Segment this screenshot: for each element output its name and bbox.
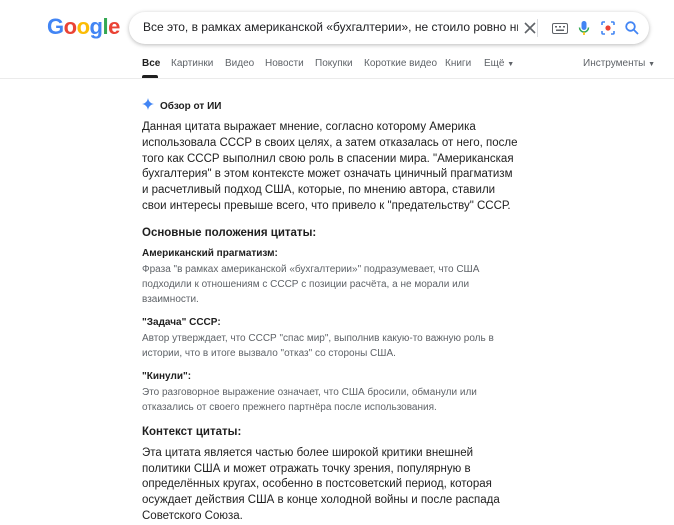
- context-paragraph: Эта цитата является частью более широкой…: [142, 446, 500, 522]
- logo-letter-g: G: [47, 14, 64, 39]
- tab-more[interactable]: Ещё ▼: [484, 58, 514, 69]
- point-title: "Задача" СССР:: [142, 316, 221, 328]
- chevron-down-icon: ▼: [507, 61, 515, 68]
- point-title: Американский прагматизм:: [142, 247, 278, 259]
- search-box[interactable]: Все это, в рамках американской «бухгалте…: [129, 12, 649, 44]
- search-input[interactable]: Все это, в рамках американской «бухгалте…: [143, 20, 518, 34]
- tab-news[interactable]: Новости: [265, 58, 304, 69]
- logo-letter-e: e: [108, 14, 120, 39]
- google-logo[interactable]: Google: [47, 14, 120, 40]
- tab-shopping[interactable]: Покупки: [315, 58, 353, 69]
- tab-more-label: Ещё: [484, 58, 505, 69]
- ai-overview-intro: Данная цитата выражает мнение, согласно …: [142, 121, 518, 212]
- ai-overview-title: Обзор от ИИ: [160, 100, 222, 112]
- camera-lens-icon[interactable]: [599, 19, 617, 37]
- tools-button[interactable]: Инструменты ▼: [583, 58, 655, 69]
- tools-label: Инструменты: [583, 58, 646, 69]
- logo-letter-o1: o: [63, 14, 77, 39]
- logo-letter-g2: g: [89, 14, 103, 39]
- tab-all[interactable]: Все: [142, 58, 160, 69]
- section-heading-context: Контекст цитаты:: [142, 425, 242, 438]
- section-heading-main-points: Основные положения цитаты:: [142, 226, 317, 239]
- tab-short-videos[interactable]: Короткие видео: [364, 58, 437, 69]
- point-text: Это разговорное выражение означает, что …: [142, 386, 477, 413]
- header-divider: [0, 78, 674, 79]
- tools-chevron-icon: ▼: [648, 61, 656, 68]
- logo-letter-o2: o: [76, 14, 90, 39]
- search-divider: [537, 19, 538, 37]
- point-text: Фраза "в рамках американской «бухгалтери…: [142, 263, 480, 305]
- tab-books[interactable]: Книги: [445, 58, 471, 69]
- point-text: Автор утверждает, что СССР "спас мир", в…: [142, 332, 494, 359]
- microphone-icon[interactable]: [575, 19, 593, 37]
- keyboard-icon[interactable]: [551, 19, 569, 37]
- ai-overview-header: Обзор от ИИ: [142, 97, 221, 115]
- point-title: "Кинули":: [142, 370, 192, 382]
- gemini-sparkle-icon: [142, 97, 154, 115]
- ai-overview-content: Данная цитата выражает мнение, согласно …: [142, 120, 522, 525]
- search-icon[interactable]: [623, 19, 641, 37]
- tab-images[interactable]: Картинки: [171, 58, 213, 69]
- tab-videos[interactable]: Видео: [225, 58, 254, 69]
